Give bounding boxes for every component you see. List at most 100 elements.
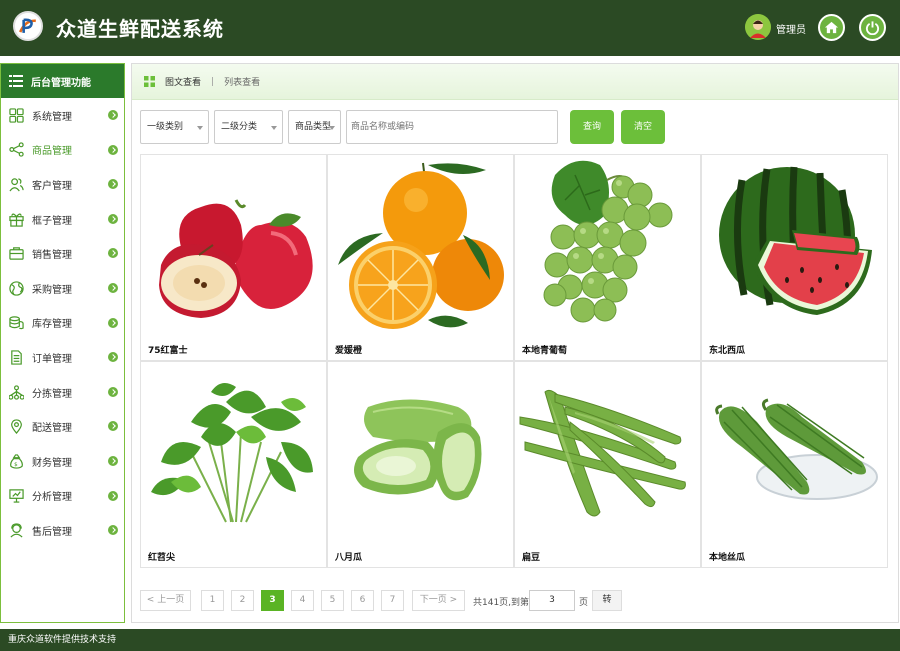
chevron-right-icon: [108, 386, 118, 397]
product-card[interactable]: 东北西瓜: [701, 154, 888, 361]
query-button[interactable]: 查询: [570, 110, 614, 144]
sidebar-item-label: 销售管理: [32, 250, 72, 262]
sidebar-item-label: 框子管理: [32, 215, 72, 227]
sidebar-item-sorting[interactable]: 分拣管理: [1, 375, 124, 410]
page-unit-text: 页: [579, 598, 589, 608]
support-icon: [10, 523, 23, 538]
product-card[interactable]: 红苕尖: [140, 361, 327, 568]
sidebar-header: 后台管理功能: [1, 64, 124, 98]
footer: 重庆众道软件提供技术支持: [0, 629, 900, 651]
product-card[interactable]: 爱媛橙: [327, 154, 514, 361]
chevron-right-icon: [108, 110, 118, 120]
sidebar: 后台管理功能 系统管理 商品管理 客户管理 框子管理 销售管理 采购管理 库存管…: [0, 63, 125, 623]
loofah-image: [702, 362, 887, 542]
orange-image: [328, 155, 513, 335]
top-header: 众道生鲜配送系统 管理员: [0, 0, 900, 56]
tab-image-view[interactable]: 图文查看: [165, 75, 201, 88]
pagination: < 上一页 1 2 3 4 5 6 7 下一页 > 共141页,到第 3 页 转: [140, 590, 890, 612]
svg-text:$: $: [14, 462, 18, 468]
sidebar-item-delivery[interactable]: 配送管理: [1, 409, 124, 444]
prev-page-button[interactable]: < 上一页: [140, 590, 191, 611]
logo-icon: [13, 11, 43, 41]
chevron-right-icon: [108, 455, 118, 466]
product-card[interactable]: 八月瓜: [327, 361, 514, 568]
sitemap-icon: [9, 384, 24, 400]
apple-image: [141, 155, 326, 335]
chevron-right-icon: [108, 317, 118, 328]
sidebar-item-label: 分析管理: [32, 492, 72, 504]
page-button[interactable]: 4: [291, 590, 314, 611]
product-card[interactable]: 扁豆: [514, 361, 701, 568]
sidebar-item-label: 分拣管理: [32, 388, 72, 400]
money-bag-icon: $: [10, 454, 23, 469]
home-button[interactable]: [818, 14, 845, 41]
presentation-icon: [9, 489, 24, 503]
chevron-right-icon: [108, 248, 118, 259]
clear-button[interactable]: 清空: [621, 110, 665, 144]
sidebar-item-label: 系统管理: [32, 111, 72, 123]
chevron-right-icon: [108, 421, 118, 432]
sidebar-item-crates[interactable]: 框子管理: [1, 202, 124, 237]
category2-select[interactable]: 二级分类: [214, 110, 283, 144]
coins-icon: [9, 316, 24, 330]
app-title: 众道生鲜配送系统: [56, 17, 224, 41]
filter-bar: 一级类别 二级分类 商品类型 查询 清空: [140, 110, 890, 144]
chevron-right-icon: [108, 179, 118, 190]
sidebar-item-label: 采购管理: [32, 284, 72, 296]
sweet-potato-leaves-image: [141, 362, 326, 542]
sidebar-item-label: 配送管理: [32, 423, 72, 435]
page-button[interactable]: 6: [351, 590, 374, 611]
grape-image: [515, 155, 700, 335]
user-avatar[interactable]: [745, 14, 771, 40]
view-tabs: 图文查看 | 列表查看: [132, 64, 898, 100]
logout-button[interactable]: [859, 14, 886, 41]
sidebar-item-purchase[interactable]: 采购管理: [1, 271, 124, 306]
watermelon-image: [702, 155, 887, 335]
product-card[interactable]: 75红富士: [140, 154, 327, 361]
share-icon: [9, 142, 24, 158]
chevron-right-icon: [108, 213, 118, 224]
page-button[interactable]: 1: [201, 590, 224, 611]
gift-icon: [9, 213, 24, 227]
total-pages-text: 共141页,到第: [473, 598, 530, 608]
current-page-button[interactable]: 3: [261, 590, 284, 611]
power-icon: [865, 21, 880, 35]
sidebar-item-sales[interactable]: 销售管理: [1, 236, 124, 271]
product-card[interactable]: 本地青葡萄: [514, 154, 701, 361]
search-input[interactable]: [346, 110, 558, 144]
sidebar-item-after-sales[interactable]: 售后管理: [1, 513, 124, 548]
users-icon: [9, 178, 24, 192]
product-type-select[interactable]: 商品类型: [288, 110, 341, 144]
go-button[interactable]: 转: [592, 590, 622, 611]
page-button[interactable]: 5: [321, 590, 344, 611]
sidebar-item-finance[interactable]: $ 财务管理: [1, 444, 124, 479]
sidebar-item-label: 库存管理: [32, 319, 72, 331]
category1-select[interactable]: 一级类别: [140, 110, 209, 144]
sidebar-item-products[interactable]: 商品管理: [1, 133, 124, 168]
document-icon: [11, 350, 22, 365]
grid-icon: [9, 108, 24, 123]
sidebar-item-orders[interactable]: 订单管理: [1, 340, 124, 375]
user-name[interactable]: 管理员: [776, 21, 806, 36]
jump-page-input[interactable]: 3: [529, 590, 575, 611]
chayote-image: [328, 362, 513, 542]
sidebar-item-analysis[interactable]: 分析管理: [1, 479, 124, 514]
product-name: 红苕尖: [148, 553, 176, 563]
next-page-button[interactable]: 下一页 >: [412, 590, 465, 611]
sidebar-item-inventory[interactable]: 库存管理: [1, 306, 124, 341]
sidebar-title: 后台管理功能: [31, 77, 91, 89]
sidebar-item-customers[interactable]: 客户管理: [1, 167, 124, 202]
home-icon: [824, 21, 839, 34]
sidebar-item-label: 订单管理: [32, 353, 72, 365]
product-grid: 75红富士 爱媛橙 本地青葡萄 东北西瓜 红苕尖 八月瓜 扁豆 本地丝瓜: [140, 154, 890, 568]
product-name: 扁豆: [522, 553, 541, 563]
tab-list-view[interactable]: 列表查看: [224, 75, 260, 88]
product-card[interactable]: 本地丝瓜: [701, 361, 888, 568]
product-name: 八月瓜: [335, 553, 363, 563]
page-button[interactable]: 7: [381, 590, 404, 611]
sidebar-item-system[interactable]: 系统管理: [1, 98, 124, 133]
map-pin-icon: [11, 419, 22, 435]
sidebar-item-label: 财务管理: [32, 457, 72, 469]
page-button[interactable]: 2: [231, 590, 254, 611]
product-name: 本地丝瓜: [709, 553, 746, 563]
